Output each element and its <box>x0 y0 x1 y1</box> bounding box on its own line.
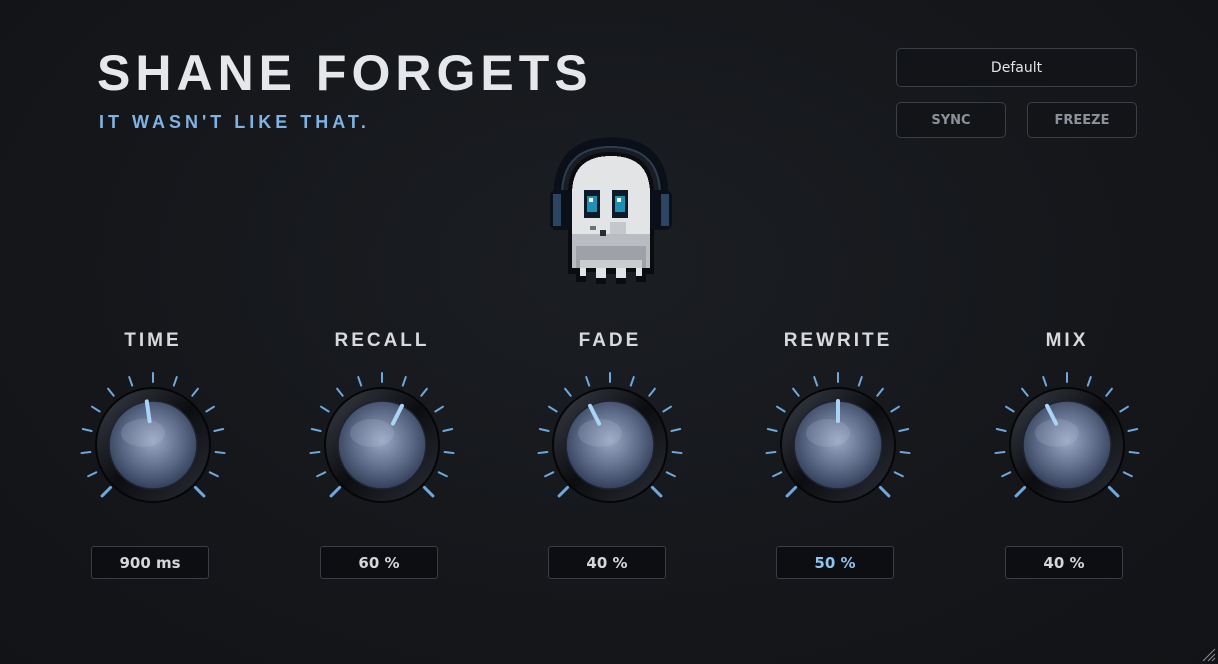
knob-tick <box>537 451 549 455</box>
knob-tick <box>765 451 777 455</box>
knob-tick <box>557 485 570 498</box>
plugin-title: SHANE FORGETS <box>97 45 593 101</box>
knob-tick <box>1042 376 1048 387</box>
knob-tick <box>208 471 219 478</box>
plugin-window: SHANE FORGETS IT WASN'T LIKE THAT. Defau… <box>0 0 1218 664</box>
knob-tick <box>878 485 891 498</box>
knob-tick <box>538 427 550 432</box>
knob-tick <box>87 471 98 478</box>
knob-tick <box>776 405 786 413</box>
knob-tick <box>665 471 676 478</box>
knob-label: REWRITE <box>783 330 893 351</box>
knob-label: MIX <box>1045 330 1089 351</box>
knob-tick <box>193 485 206 498</box>
knob-tick <box>1001 471 1012 478</box>
knob-tick <box>434 405 444 413</box>
knob-tick <box>81 427 93 432</box>
knob-tick <box>1014 485 1027 498</box>
knob-tick <box>1005 405 1015 413</box>
knob-tick <box>100 485 113 498</box>
knob-tick <box>329 485 342 498</box>
knob-label: FADE <box>578 330 642 351</box>
knob-tick <box>785 485 798 498</box>
knob-highlight <box>350 419 394 447</box>
knob-tick <box>772 471 783 478</box>
knob-tick <box>994 451 1006 455</box>
plugin-subtitle: IT WASN'T LIKE THAT. <box>99 112 370 132</box>
knob-tick <box>442 427 454 432</box>
resize-grip-icon[interactable] <box>1200 646 1216 662</box>
freeze-button[interactable]: FREEZE <box>1027 102 1137 138</box>
knob-tick <box>876 387 884 397</box>
knob-tick <box>857 376 863 387</box>
knob-tick <box>1128 451 1140 455</box>
knob-tick <box>544 471 555 478</box>
mix-knob[interactable] <box>992 370 1142 520</box>
knob-tick <box>213 427 225 432</box>
knob-tick <box>310 427 322 432</box>
knob-highlight <box>121 419 165 447</box>
knob-tick <box>890 405 900 413</box>
rewrite-value-field[interactable]: 50 % <box>776 546 894 579</box>
knob-tick <box>670 427 682 432</box>
knob-tick <box>316 471 327 478</box>
knob-label: RECALL <box>334 330 430 351</box>
knob-tick <box>995 427 1007 432</box>
knob-tick <box>437 471 448 478</box>
knob-tick <box>172 376 178 387</box>
knob-tick <box>1105 387 1113 397</box>
knob-tick <box>1021 387 1029 397</box>
knob-tick <box>898 427 910 432</box>
knob-tick <box>893 471 904 478</box>
knob-tick <box>320 405 330 413</box>
mix-value-field[interactable]: 40 % <box>1005 546 1123 579</box>
knob-tick <box>357 376 363 387</box>
knob-tick <box>1107 485 1120 498</box>
knob-tick <box>1119 405 1129 413</box>
knob-tick <box>422 485 435 498</box>
knob-tick <box>1127 427 1139 432</box>
knob-tick <box>648 387 656 397</box>
knob-tick <box>671 451 683 455</box>
knob-tick <box>128 376 134 387</box>
knob-pointer <box>144 399 152 424</box>
time-value-field[interactable]: 900 ms <box>91 546 209 579</box>
knob-tick <box>443 451 455 455</box>
knob-tick <box>766 427 778 432</box>
knob-tick <box>1122 471 1133 478</box>
knob-tick <box>205 405 215 413</box>
knob-tick <box>401 376 407 387</box>
knob-tick <box>650 485 663 498</box>
knob-tick <box>107 387 115 397</box>
knob-highlight <box>806 419 850 447</box>
sync-button[interactable]: SYNC <box>896 102 1006 138</box>
knob-tick <box>564 387 572 397</box>
knob-tick <box>1086 376 1092 387</box>
knob-label: TIME <box>124 330 182 351</box>
knob-tick <box>585 376 591 387</box>
knob-tick <box>336 387 344 397</box>
knob-tick <box>662 405 672 413</box>
knob-tick <box>191 387 199 397</box>
knob-tick <box>91 405 101 413</box>
knob-tick <box>548 405 558 413</box>
ghost-with-headphones-icon <box>550 137 672 284</box>
knob-tick <box>80 451 92 455</box>
fade-knob[interactable] <box>535 370 685 520</box>
knob-tick <box>629 376 635 387</box>
fade-value-field[interactable]: 40 % <box>548 546 666 579</box>
knob-tick <box>813 376 819 387</box>
knob-tick <box>792 387 800 397</box>
preset-selector[interactable]: Default <box>896 48 1137 87</box>
recall-value-field[interactable]: 60 % <box>320 546 438 579</box>
knob-tick <box>420 387 428 397</box>
knob-tick <box>899 451 911 455</box>
rewrite-knob[interactable] <box>763 370 913 520</box>
knob-tick <box>309 451 321 455</box>
time-knob[interactable] <box>78 370 228 520</box>
knob-tick <box>214 451 226 455</box>
recall-knob[interactable] <box>307 370 457 520</box>
